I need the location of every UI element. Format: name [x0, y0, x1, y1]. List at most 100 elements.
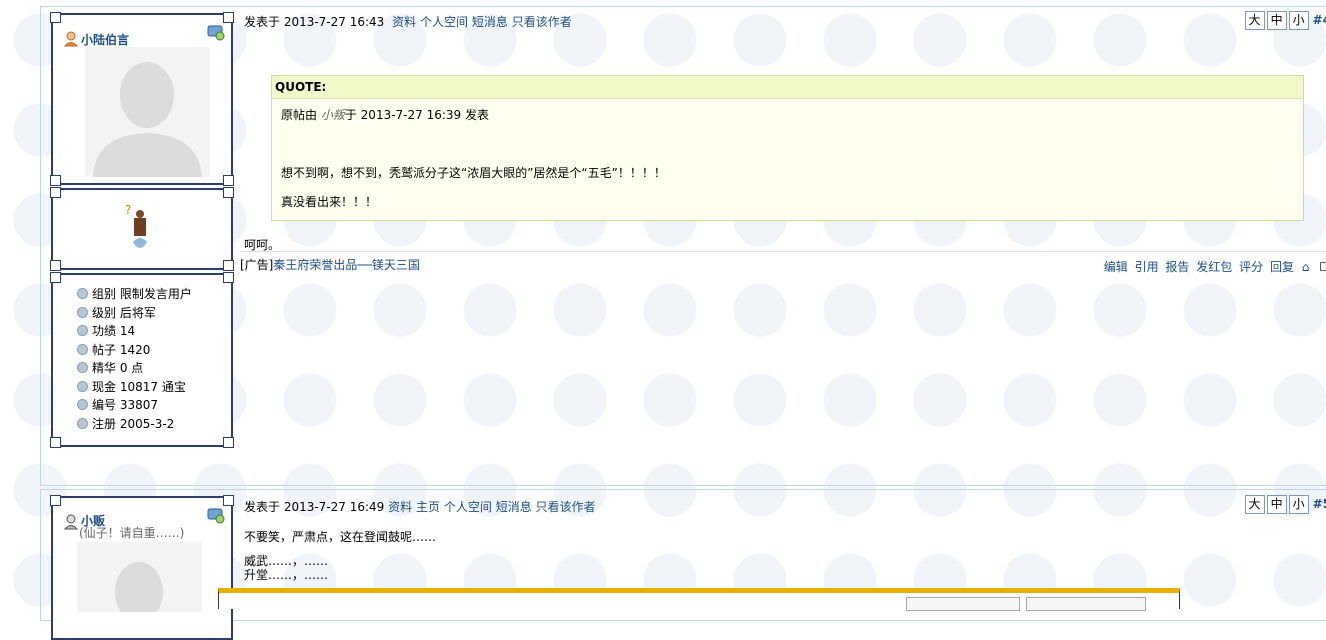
bullet-icon — [77, 306, 88, 318]
top-icon[interactable]: ⌂ — [1302, 260, 1310, 274]
bullet-icon — [77, 343, 88, 355]
quote-line: 想不到啊，想不到，秃鹫派分子这“浓眉大眼的”居然是个“五毛”！！！！ — [281, 166, 666, 180]
stat-label: 组别 — [92, 287, 117, 301]
quote-origin-prefix: 原帖由 — [281, 108, 318, 122]
user-title: (仙子！请自重……) — [79, 526, 185, 540]
bullet-icon — [77, 380, 88, 392]
quote-link[interactable]: 引用 — [1135, 260, 1159, 274]
svg-text:?: ? — [125, 203, 131, 217]
post-date: 发表于 2013-7-27 16:43 — [244, 15, 385, 29]
stat-label: 现金 — [92, 379, 117, 394]
floating-bottom-bar — [218, 588, 1180, 611]
floor-number[interactable]: #5 — [1313, 497, 1326, 511]
stat-row: 注册 2005-3-2 — [77, 415, 231, 434]
font-small-button[interactable]: 小 — [1288, 495, 1309, 514]
frame-corner — [50, 187, 61, 198]
only-author-link[interactable]: 只看该作者 — [512, 15, 572, 29]
frame-corner — [223, 495, 234, 506]
stat-label: 功绩 — [92, 324, 117, 338]
reply-link[interactable]: 回复 — [1270, 260, 1294, 274]
profile-link[interactable]: 资料 — [392, 15, 416, 29]
font-large-button[interactable]: 大 — [1244, 495, 1265, 514]
avatar[interactable] — [85, 47, 210, 177]
stat-value: 1420 — [119, 342, 151, 357]
username-link[interactable]: 小陆伯言 — [81, 31, 129, 48]
stat-row: 功绩 14 — [77, 322, 231, 341]
post-line: 威武……，…… — [244, 554, 329, 568]
font-medium-button[interactable]: 中 — [1266, 495, 1287, 514]
avatar-silhouette — [115, 562, 163, 622]
post-actions: 编辑 引用 报告 发红包 评分 回复 ⌂ ☐ — [1101, 258, 1326, 275]
frame-corner — [50, 260, 61, 271]
red-packet-link[interactable]: 发红包 — [1196, 260, 1232, 274]
post-content: 不要笑，严肃点，这在登闻鼓呢…… 威武……，…… 升堂……，…… — [244, 530, 436, 582]
bullet-icon — [77, 399, 88, 410]
pm-link[interactable]: 短消息 — [472, 15, 508, 29]
stat-value: 后将军 — [119, 305, 156, 320]
frame-corner — [223, 260, 234, 271]
stat-row: 帖子 1420 — [77, 341, 231, 360]
rank-image-box: ? — [50, 187, 234, 271]
post-header: 发表于 2013-7-27 16:49 资料 主页 个人空间 短消息 只看该作者 — [244, 498, 596, 515]
bullet-icon — [77, 362, 88, 373]
user-stats: 组别 限制发言用户 级别 后将军 功绩 14 帖子 1420 精华 0 点 现金… — [50, 272, 234, 448]
bottom-bar-field[interactable] — [906, 597, 1020, 611]
user-icon — [63, 514, 79, 530]
frame-corner — [50, 175, 61, 186]
user-card: 小陆伯言 — [50, 12, 234, 186]
online-status-icon — [207, 508, 225, 524]
stat-label: 级别 — [92, 305, 117, 320]
profile-link[interactable]: 资料 — [388, 500, 412, 514]
user-icon — [63, 31, 79, 47]
font-medium-button[interactable]: 中 — [1266, 11, 1287, 30]
space-link[interactable]: 个人空间 — [420, 15, 468, 29]
checkbox-icon[interactable]: ☐ — [1319, 260, 1326, 274]
bullet-icon — [77, 325, 88, 336]
stat-label: 精华 — [92, 361, 117, 375]
frame-corner — [223, 437, 234, 448]
floor-number[interactable]: #4 — [1313, 13, 1326, 27]
stat-label: 编号 — [92, 398, 117, 412]
quote-line: 真没看出来！！！ — [281, 195, 378, 209]
font-large-button[interactable]: 大 — [1244, 11, 1265, 30]
stat-value: 2005-3-2 — [119, 416, 175, 431]
user-card: 小贩 (仙子！请自重……) — [50, 495, 234, 640]
quote-author: 小叛 — [320, 108, 345, 122]
avatar[interactable] — [77, 542, 202, 622]
bullet-icon — [77, 288, 88, 299]
stat-value: 限制发言用户 — [119, 287, 192, 301]
stat-value: 33807 — [119, 398, 159, 412]
stat-value: 0 点 — [119, 361, 144, 375]
font-small-button[interactable]: 小 — [1288, 11, 1309, 30]
only-author-link[interactable]: 只看该作者 — [536, 500, 596, 514]
pm-link[interactable]: 短消息 — [496, 500, 532, 514]
frame-corner — [223, 272, 234, 283]
frame-corner — [223, 187, 234, 198]
report-link[interactable]: 报告 — [1165, 260, 1189, 274]
edit-link[interactable]: 编辑 — [1104, 260, 1128, 274]
rate-link[interactable]: 评分 — [1239, 260, 1263, 274]
frame-corner — [223, 175, 234, 186]
ad-link[interactable]: 秦王府荣誉出品──镁天三国 — [273, 258, 419, 272]
rank-figure-icon: ? — [125, 203, 147, 248]
frame-corner — [223, 12, 234, 23]
quote-block: QUOTE: 原帖由 小叛于 2013-7-27 16:39 发表 想不到啊，想… — [271, 75, 1304, 221]
stat-value: 14 — [119, 324, 136, 338]
ad-prefix: [广告] — [240, 258, 274, 272]
frame-corner — [50, 437, 61, 448]
post-date: 发表于 2013-7-27 16:49 — [244, 500, 385, 514]
post-line: 升堂……，…… — [244, 568, 329, 582]
bottom-bar-field[interactable] — [1026, 597, 1146, 611]
post-4: 小陆伯言 ? 组别 限制发言用户 级别 后将军 功绩 14 帖子 1420 精华… — [40, 6, 1326, 486]
bullet-icon — [77, 417, 88, 429]
online-status-icon — [207, 25, 225, 41]
quote-title: QUOTE: — [272, 76, 1303, 99]
homepage-link[interactable]: 主页 — [416, 500, 440, 514]
space-link[interactable]: 个人空间 — [444, 500, 492, 514]
stat-row: 组别 限制发言用户 — [77, 285, 231, 304]
post-line: 不要笑，严肃点，这在登闻鼓呢…… — [244, 530, 437, 544]
stat-value: 10817 通宝 — [119, 379, 186, 394]
quote-origin: 原帖由 小叛于 2013-7-27 16:39 发表 — [281, 107, 1294, 123]
